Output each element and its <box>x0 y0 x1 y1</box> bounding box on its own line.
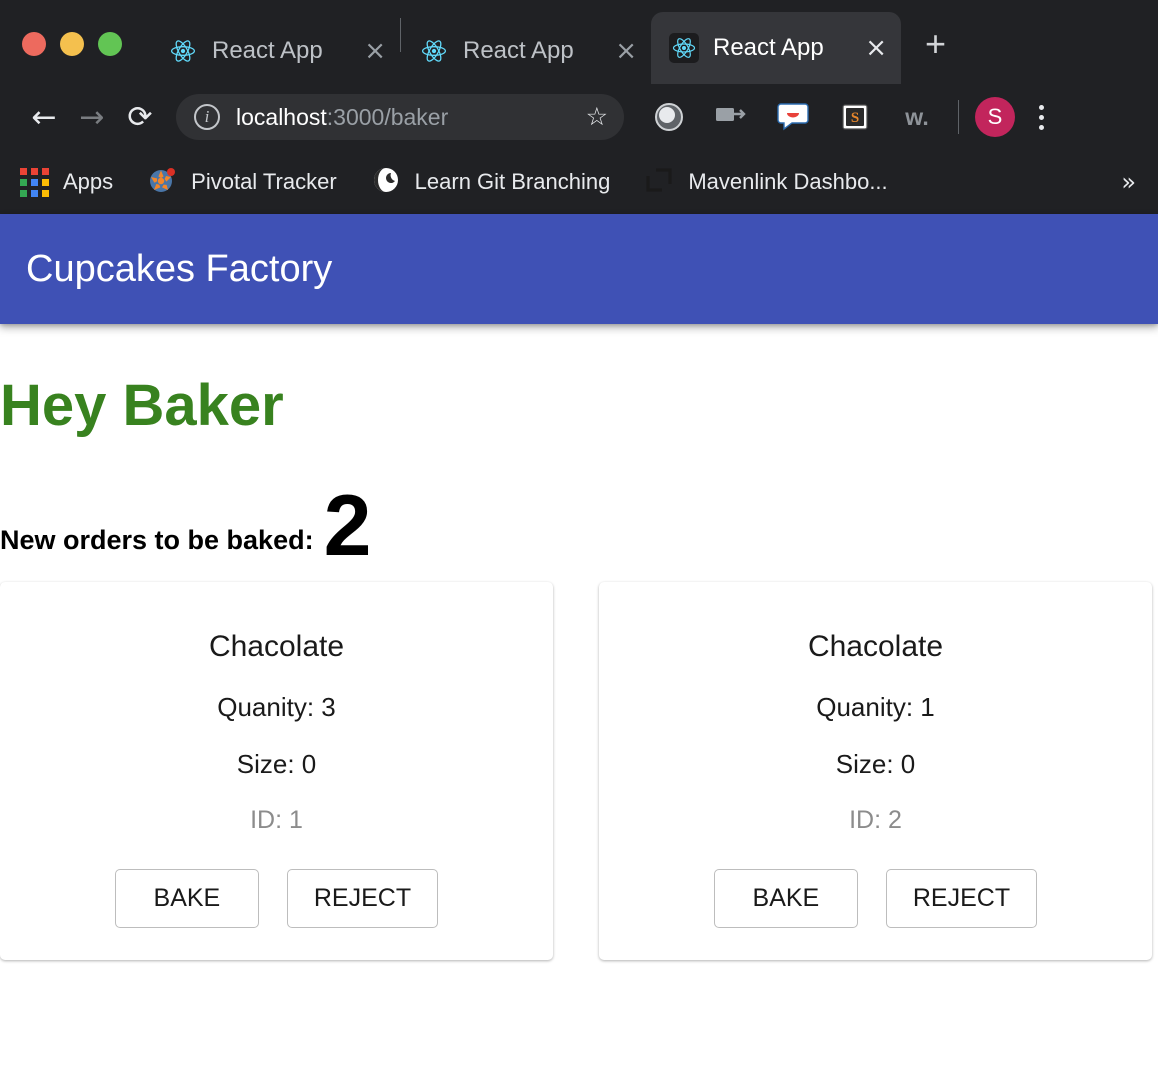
reject-button[interactable]: REJECT <box>885 868 1038 928</box>
order-quantity: Quanity: 3 <box>217 691 336 722</box>
forward-button[interactable]: → <box>68 100 116 135</box>
bookmark-apps[interactable]: Apps <box>20 167 114 197</box>
order-actions: BAKE REJECT <box>713 868 1038 928</box>
address-bar[interactable]: i localhost:3000/baker ☆ <box>176 94 624 140</box>
orders-summary: New orders to be baked: 2 <box>0 477 1158 574</box>
tab-title: React App <box>463 37 574 64</box>
page-title: Hey Baker <box>0 373 284 438</box>
reload-button[interactable]: ⟳ <box>116 100 164 135</box>
page-content: Hey Baker New orders to be baked: 2 Chac… <box>0 373 1158 960</box>
app-bar: Cupcakes Factory <box>0 214 1158 324</box>
bookmark-label: Pivotal Tracker <box>191 169 337 194</box>
close-icon[interactable]: × <box>615 38 637 64</box>
svg-text:S: S <box>851 110 859 126</box>
tab-react-app-1[interactable]: React App × <box>150 18 400 84</box>
order-id: ID: 2 <box>849 805 902 834</box>
tab-title: React App <box>212 37 323 64</box>
w-dot-icon[interactable]: w. <box>886 104 948 131</box>
window-traffic-lights <box>22 32 122 56</box>
smiley-chat-icon[interactable] <box>762 102 824 132</box>
kebab-menu-icon[interactable] <box>1039 104 1044 130</box>
close-icon[interactable]: × <box>364 38 386 64</box>
back-button[interactable]: ← <box>20 100 68 135</box>
bookmark-label: Mavenlink Dashbo... <box>688 169 888 194</box>
corner-brackets-icon <box>644 165 674 200</box>
order-size: Size: 0 <box>236 748 317 779</box>
order-size: Size: 0 <box>835 748 916 779</box>
tab-react-app-2[interactable]: React App × <box>401 18 651 84</box>
bake-button[interactable]: BAKE <box>713 868 858 928</box>
new-tab-button[interactable]: + <box>925 26 946 62</box>
bookmark-label: Apps <box>63 169 114 194</box>
tab-title: React App <box>713 34 824 61</box>
order-flavor: Chacolate <box>208 629 345 663</box>
apps-grid-icon <box>20 167 49 197</box>
browser-chrome: React App × React App × React App × + ← … <box>0 0 1158 214</box>
url-path: :3000/baker <box>326 103 449 130</box>
bookmark-pivotal-tracker[interactable]: Pivotal Tracker <box>147 165 337 200</box>
globe-icon <box>371 165 401 200</box>
bookmark-learn-git-branching[interactable]: Learn Git Branching <box>371 165 611 200</box>
pivotal-tracker-icon <box>147 165 177 200</box>
order-flavor: Chacolate <box>807 629 944 663</box>
close-window-button[interactable] <box>22 32 46 56</box>
avatar[interactable]: S <box>975 97 1015 137</box>
order-card: Chacolate Quanity: 3 Size: 0 ID: 1 BAKE … <box>0 581 553 960</box>
app-title: Cupcakes Factory <box>26 247 333 290</box>
url-host: localhost <box>236 103 327 130</box>
orders-label: New orders to be baked: <box>0 524 314 555</box>
react-icon <box>669 33 699 63</box>
cast-icon[interactable] <box>700 104 762 130</box>
bookmarks-bar: Apps Pivotal Tracker Learn Git Branching… <box>0 150 1158 214</box>
tab-strip: React App × React App × React App × + <box>0 0 1158 84</box>
tab-react-app-3-active[interactable]: React App × <box>651 12 901 84</box>
reject-button[interactable]: REJECT <box>286 868 439 928</box>
maximize-window-button[interactable] <box>98 32 122 56</box>
bookmarks-overflow-button[interactable]: » <box>1121 168 1136 196</box>
order-id: ID: 1 <box>250 805 303 834</box>
browser-toolbar: ← → ⟳ i localhost:3000/baker ☆ S w. S <box>0 84 1158 150</box>
order-quantity: Quanity: 1 <box>816 691 935 722</box>
sublime-s-icon[interactable]: S <box>824 102 886 132</box>
bookmark-label: Learn Git Branching <box>414 169 611 194</box>
react-icon <box>168 36 198 66</box>
w-dot-label: w. <box>905 103 929 130</box>
react-icon <box>419 36 449 66</box>
bookmark-mavenlink-dashboard[interactable]: Mavenlink Dashbo... <box>644 165 888 200</box>
bookmark-star-icon[interactable]: ☆ <box>586 102 608 132</box>
extension-icons: S w. S <box>638 97 1044 137</box>
minimize-window-button[interactable] <box>60 32 84 56</box>
close-icon[interactable]: × <box>865 35 887 61</box>
order-card: Chacolate Quanity: 1 Size: 0 ID: 2 BAKE … <box>599 581 1152 960</box>
orders-count: 2 <box>323 477 372 574</box>
info-icon[interactable]: i <box>194 104 220 130</box>
page-viewport: Cupcakes Factory Hey Baker New orders to… <box>0 214 1158 1074</box>
tab-list: React App × React App × React App × + <box>150 0 946 84</box>
toolbar-divider <box>958 100 959 134</box>
order-actions: BAKE REJECT <box>114 868 439 928</box>
bake-button[interactable]: BAKE <box>114 868 259 928</box>
url-text: localhost:3000/baker <box>236 104 578 131</box>
sphere-icon[interactable] <box>638 102 700 132</box>
order-card-list: Chacolate Quanity: 3 Size: 0 ID: 1 BAKE … <box>0 581 1158 960</box>
